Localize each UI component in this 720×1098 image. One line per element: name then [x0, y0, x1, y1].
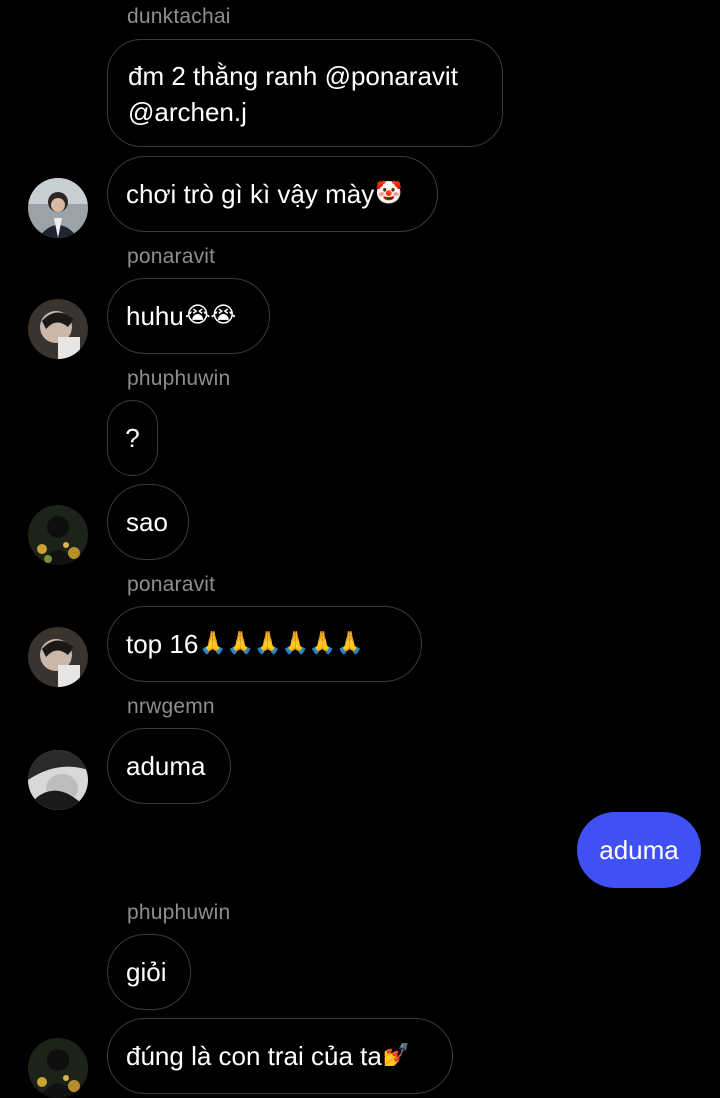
message-text: đúng là con trai của ta	[126, 1041, 382, 1071]
avatar[interactable]	[28, 299, 88, 359]
message-bubble[interactable]: sao	[107, 484, 189, 560]
message-text: ?	[125, 423, 140, 453]
message-text: aduma	[599, 834, 679, 865]
sender-name[interactable]: phuphuwin	[127, 901, 230, 925]
message-text: giỏi	[126, 957, 167, 987]
profile-photo-icon	[28, 505, 88, 565]
folded-hands-emoji-icon: 🙏🙏🙏🙏🙏🙏	[199, 631, 364, 656]
sender-name[interactable]: phuphuwin	[127, 367, 230, 391]
message-bubble[interactable]: giỏi	[107, 934, 191, 1010]
clown-emoji-icon: 🤡	[375, 181, 403, 206]
message-text: aduma	[126, 751, 206, 781]
message-bubble[interactable]: huhu 😭😭	[107, 278, 270, 354]
avatar[interactable]	[28, 178, 88, 238]
profile-photo-icon	[28, 627, 88, 687]
message-bubble[interactable]: top 16 🙏🙏🙏🙏🙏🙏	[107, 606, 422, 682]
message-text: huhu	[126, 301, 184, 331]
outgoing-message-bubble[interactable]: aduma	[577, 812, 701, 888]
sender-name[interactable]: nrwgemn	[127, 695, 215, 719]
message-text: @archen.j	[128, 97, 247, 127]
sender-name[interactable]: ponaravit	[127, 245, 215, 269]
avatar[interactable]	[28, 1038, 88, 1098]
message-text: top 16	[126, 629, 199, 659]
message-bubble[interactable]: ?	[107, 400, 158, 476]
message-bubble[interactable]: đúng là con trai của ta 💅	[107, 1018, 453, 1094]
avatar[interactable]	[28, 505, 88, 565]
message-text: đm 2 thằng ranh @ponaravit	[128, 61, 458, 91]
profile-photo-icon	[28, 750, 88, 810]
message-text: sao	[126, 507, 168, 537]
avatar[interactable]	[28, 750, 88, 810]
nail-polish-emoji-icon: 💅	[382, 1043, 411, 1068]
loudly-crying-emoji-icon: 😭😭	[184, 303, 237, 328]
sender-name[interactable]: dunktachai	[127, 5, 231, 29]
profile-photo-icon	[28, 299, 88, 359]
profile-photo-icon	[28, 1038, 88, 1098]
message-text: chơi trò gì kì vậy mày	[126, 179, 375, 209]
profile-photo-icon	[28, 178, 88, 238]
avatar[interactable]	[28, 627, 88, 687]
message-bubble[interactable]: đm 2 thằng ranh @ponaravit @archen.j	[107, 39, 503, 147]
message-bubble[interactable]: aduma	[107, 728, 231, 804]
message-bubble[interactable]: chơi trò gì kì vậy mày 🤡	[107, 156, 438, 232]
sender-name[interactable]: ponaravit	[127, 573, 215, 597]
